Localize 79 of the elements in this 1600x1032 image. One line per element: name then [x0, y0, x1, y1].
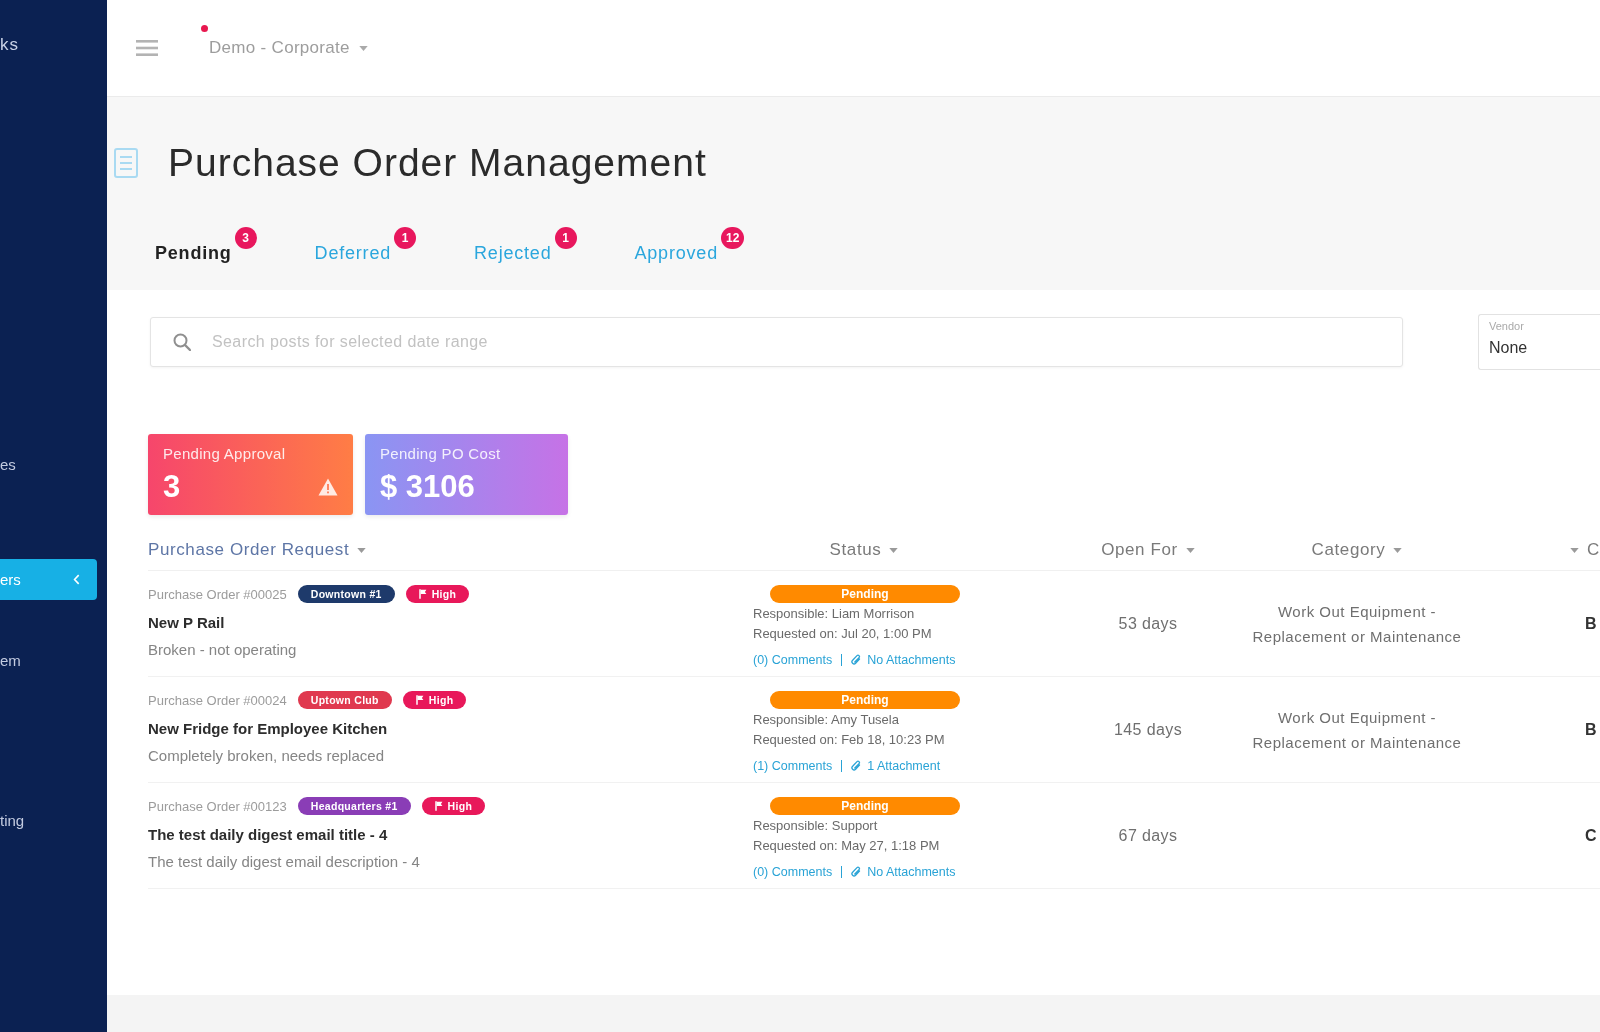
card-value: 3	[163, 469, 181, 505]
responsible-text: Responsible: Amy Tusela	[753, 712, 899, 728]
column-header[interactable]: Category	[1311, 540, 1403, 560]
order-title: New Fridge for Employee Kitchen	[148, 719, 388, 739]
requested-text: Requested on: Feb 18, 10:23 PM	[753, 732, 945, 748]
tag-badge: Downtown #1	[297, 585, 395, 603]
attachments-link[interactable]: No Attachments	[867, 864, 956, 880]
requested-text: Requested on: May 27, 1:18 PM	[753, 838, 940, 854]
caret-icon	[1393, 547, 1403, 553]
count-badge: 12	[720, 227, 745, 249]
warning-icon	[318, 478, 338, 496]
sidebar-item[interactable]: em	[0, 640, 97, 681]
caret-icon	[889, 547, 899, 553]
order-description: The test daily digest email description - 4	[148, 853, 420, 871]
sidebar-item[interactable]: ers	[0, 559, 97, 600]
order-description: Completely broken, needs replaced	[148, 747, 384, 765]
flag-icon	[418, 589, 427, 599]
search-field[interactable]: Search posts for selected date range	[150, 317, 1403, 367]
card-label: Pending PO Cost	[380, 445, 502, 463]
order-title: The test daily digest email title - 4	[148, 825, 388, 845]
count-badge: 3	[234, 227, 257, 249]
flag-icon	[415, 695, 424, 705]
tag-label: High	[428, 694, 454, 706]
count-badge: 1	[394, 227, 417, 249]
filter-dropdown[interactable]: Vendor None	[1478, 314, 1600, 370]
order-title: New P Rail	[148, 613, 225, 633]
paperclip-icon	[851, 866, 862, 878]
caret-icon	[357, 547, 367, 553]
order-number: Purchase Order #00024	[148, 692, 287, 708]
count-badge: 1	[554, 227, 577, 249]
sidebar-item[interactable]: ting	[0, 800, 97, 841]
comments-link[interactable]: (1) Comments	[753, 758, 833, 774]
document-icon	[114, 148, 138, 178]
table-cell-text: B	[1584, 720, 1598, 739]
column-header[interactable]: Status	[829, 540, 899, 560]
table-cell: 145 days	[1113, 720, 1183, 739]
tag-label: High	[447, 800, 473, 812]
field-label: Vendor	[1489, 320, 1525, 333]
column-header[interactable]: C	[1570, 540, 1600, 560]
page-title: Purchase Order Management	[168, 143, 707, 183]
chevron-icon	[73, 574, 80, 585]
table-cell: 53 days	[1118, 614, 1178, 633]
paperclip-icon	[851, 760, 862, 772]
table-cell: 67 days	[1118, 826, 1178, 845]
table-cell-text: Work Out Equipment - Replacement or Maintenance	[1251, 601, 1463, 647]
order-number: Purchase Order #00123	[148, 798, 287, 814]
logo-text: ks	[0, 35, 19, 55]
tag-label: High	[431, 588, 457, 600]
menu-icon[interactable]	[136, 40, 158, 56]
responsible-text: Responsible: Support	[753, 818, 878, 834]
account-dropdown[interactable]: Demo - Corporate	[209, 38, 368, 58]
tag-badge: Headquarters #1	[297, 797, 411, 815]
responsible-text: Responsible: Liam Morrison	[753, 606, 915, 622]
flag-icon	[434, 801, 443, 811]
caret-icon	[1570, 547, 1579, 553]
tag-badge: Uptown Club	[297, 691, 392, 709]
order-number: Purchase Order #00025	[148, 586, 287, 602]
table-cell-text: C	[1584, 826, 1598, 845]
requested-text: Requested on: Jul 20, 1:00 PM	[753, 626, 932, 642]
status-badge: Pending	[770, 797, 960, 815]
search-icon	[173, 333, 191, 351]
status-dot-icon	[201, 25, 208, 32]
comments-link[interactable]: (0) Comments	[753, 652, 833, 668]
sidebar-item[interactable]: es	[0, 444, 97, 485]
paperclip-icon	[851, 654, 862, 666]
order-description: Broken - not operating	[148, 641, 297, 659]
card-label: Pending Approval	[163, 445, 287, 463]
caret-icon	[358, 45, 368, 51]
attachments-link[interactable]: No Attachments	[867, 652, 956, 668]
comments-link[interactable]: (0) Comments	[753, 864, 833, 880]
card-value: $ 3106	[380, 469, 475, 505]
column-header[interactable]: Purchase Order Request	[148, 540, 367, 560]
caret-icon	[1185, 547, 1195, 553]
status-badge: Pending	[770, 585, 960, 603]
table-cell-text: B	[1584, 614, 1598, 633]
table-cell-text: Work Out Equipment - Replacement or Maintenance	[1251, 707, 1463, 753]
status-badge: Pending	[770, 691, 960, 709]
attachments-link[interactable]: 1 Attachment	[867, 758, 941, 774]
column-header[interactable]: Open For	[1101, 540, 1195, 560]
